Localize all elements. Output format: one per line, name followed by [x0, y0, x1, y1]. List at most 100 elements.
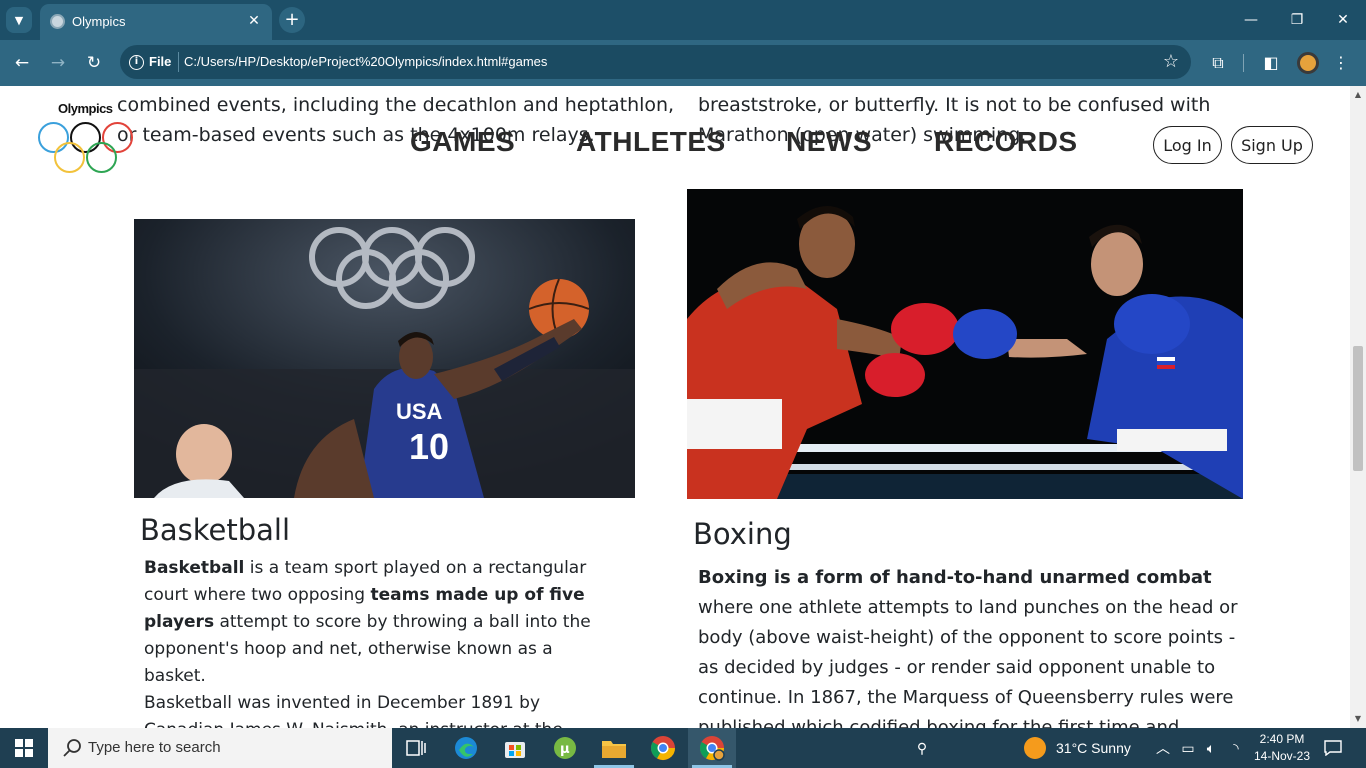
tab-search-button[interactable]: ▼	[6, 7, 32, 33]
sun-icon	[1024, 737, 1046, 759]
restore-icon: ❐	[1290, 12, 1304, 28]
bold-text: Boxing is a form of hand-to-hand unarmed…	[698, 567, 1212, 588]
store-app[interactable]	[491, 728, 539, 768]
text-line: breaststroke, or butterfly. It is not to…	[698, 94, 1211, 116]
edge-icon	[455, 737, 477, 759]
file-explorer-app[interactable]	[590, 728, 638, 768]
edge-app[interactable]	[442, 728, 490, 768]
scroll-down-icon[interactable]: ▼	[1353, 714, 1363, 724]
store-icon	[505, 742, 525, 758]
basketball-photo: USA 10	[134, 219, 635, 498]
close-tab-icon[interactable]: ✕	[244, 11, 264, 31]
extensions-button[interactable]: ⧉	[1207, 52, 1229, 74]
nav-athletes[interactable]: ATHLETES	[576, 126, 726, 158]
clock-time: 2:40 PM	[1259, 732, 1305, 746]
forward-button[interactable]: →	[46, 51, 70, 75]
close-window-button[interactable]: ✕	[1320, 0, 1366, 40]
ring-yellow-icon	[54, 142, 85, 173]
browser-tab-strip: ▼ Olympics ✕ + — ❐ ✕	[0, 0, 1366, 40]
weather-text: 31°C Sunny	[1056, 740, 1131, 756]
people-button[interactable]: ⚲	[910, 728, 934, 768]
nav-games[interactable]: GAMES	[410, 126, 515, 158]
olympics-logo[interactable]: Olympics	[36, 98, 136, 188]
close-icon: ✕	[1337, 12, 1349, 28]
boxing-image	[687, 189, 1243, 499]
divider	[178, 52, 179, 72]
notifications-button[interactable]	[1322, 728, 1344, 768]
card-body-basketball: Basketball is a team sport played on a r…	[144, 555, 614, 728]
side-panel-icon: ◧	[1263, 53, 1279, 72]
browser-tab[interactable]: Olympics ✕	[40, 4, 272, 40]
search-icon	[63, 739, 81, 757]
minimize-icon: —	[1244, 12, 1258, 28]
card-title-basketball: Basketball	[140, 513, 291, 547]
paragraph: Basketball is a team sport played on a r…	[144, 555, 614, 690]
wifi-icon[interactable]: ◝	[1226, 728, 1246, 768]
reload-button[interactable]: ↻	[82, 51, 106, 75]
utorrent-app[interactable]: µ	[541, 728, 589, 768]
arrow-left-icon: ←	[14, 53, 30, 73]
battery-icon[interactable]: ▭	[1178, 728, 1198, 768]
windows-taskbar: Type here to search µ ⚲ 31°C Sunny ︿ ▭ 🔈…	[0, 728, 1366, 768]
bold-text: Basketball	[144, 558, 245, 578]
puzzle-icon: ⧉	[1212, 53, 1224, 72]
browser-menu-button[interactable]: ⋮	[1330, 52, 1352, 74]
windows-logo-icon	[15, 739, 33, 757]
text: where one athlete attempts to land punch…	[698, 597, 1238, 728]
text-line: combined events, including the decathlon…	[117, 94, 675, 116]
search-placeholder: Type here to search	[88, 739, 221, 756]
bookmark-star-icon[interactable]: ☆	[1163, 51, 1179, 72]
card-title-boxing: Boxing	[693, 517, 792, 551]
new-tab-button[interactable]: +	[279, 7, 305, 33]
jersey-text: USA	[396, 399, 443, 424]
utorrent-icon: µ	[554, 737, 576, 759]
globe-icon	[50, 14, 65, 29]
logo-text: Olympics	[58, 101, 113, 116]
tab-title: Olympics	[72, 14, 126, 29]
ring-green-icon	[86, 142, 117, 173]
task-view-button[interactable]	[392, 728, 440, 768]
start-button[interactable]	[0, 728, 48, 768]
restore-button[interactable]: ❐	[1274, 0, 1320, 40]
paragraph: Basketball was invented in December 1891…	[144, 693, 563, 728]
chrome-profile-app[interactable]	[688, 728, 736, 768]
card-body-boxing: Boxing is a form of hand-to-hand unarmed…	[698, 563, 1238, 728]
scroll-up-icon[interactable]: ▲	[1353, 90, 1363, 100]
jersey-number: 10	[409, 426, 449, 467]
page-viewport: combined events, including the decathlon…	[0, 86, 1350, 728]
volume-icon[interactable]: 🔈︎	[1201, 728, 1221, 768]
people-icon: ⚲	[916, 739, 928, 756]
profile-avatar[interactable]	[1297, 52, 1319, 74]
chevron-down-icon: ▼	[14, 13, 24, 27]
task-view-icon	[406, 740, 426, 756]
address-bar[interactable]: i File C:/Users/HP/Desktop/eProject%20Ol…	[120, 45, 1191, 79]
login-button[interactable]: Log In	[1153, 126, 1222, 164]
svg-text:µ: µ	[560, 742, 570, 757]
page-scrollbar[interactable]: ▲ ▼	[1350, 86, 1366, 728]
url-text[interactable]: C:/Users/HP/Desktop/eProject%20Olympics/…	[184, 54, 547, 69]
basketball-image: USA 10	[134, 219, 635, 498]
taskbar-search-box[interactable]: Type here to search	[48, 728, 392, 768]
taskbar-clock[interactable]: 2:40 PM 14-Nov-23	[1248, 731, 1316, 765]
minimize-button[interactable]: —	[1228, 0, 1274, 40]
browser-toolbar: ← → ↻ i File C:/Users/HP/Desktop/eProjec…	[0, 40, 1366, 86]
scroll-thumb[interactable]	[1353, 346, 1363, 471]
nav-news[interactable]: NEWS	[786, 126, 872, 158]
chrome-profile-icon	[699, 736, 725, 761]
back-button[interactable]: ←	[10, 51, 34, 75]
arrow-right-icon: →	[50, 53, 66, 73]
info-icon[interactable]: i	[129, 55, 144, 70]
chrome-app[interactable]	[639, 728, 687, 768]
reload-icon: ↻	[86, 53, 102, 73]
clock-date: 14-Nov-23	[1253, 749, 1311, 763]
notification-icon	[1324, 740, 1342, 756]
show-hidden-icons-button[interactable]: ︿	[1155, 728, 1171, 768]
url-scheme-chip[interactable]: File	[149, 54, 171, 69]
weather-widget[interactable]: 31°C Sunny	[1024, 728, 1139, 768]
nav-records[interactable]: RECORDS	[934, 126, 1078, 158]
paragraph: Boxing is a form of hand-to-hand unarmed…	[698, 563, 1238, 728]
signup-button[interactable]: Sign Up	[1231, 126, 1313, 164]
divider	[1243, 54, 1244, 72]
chrome-icon	[650, 736, 675, 761]
side-panel-button[interactable]: ◧	[1260, 52, 1282, 74]
